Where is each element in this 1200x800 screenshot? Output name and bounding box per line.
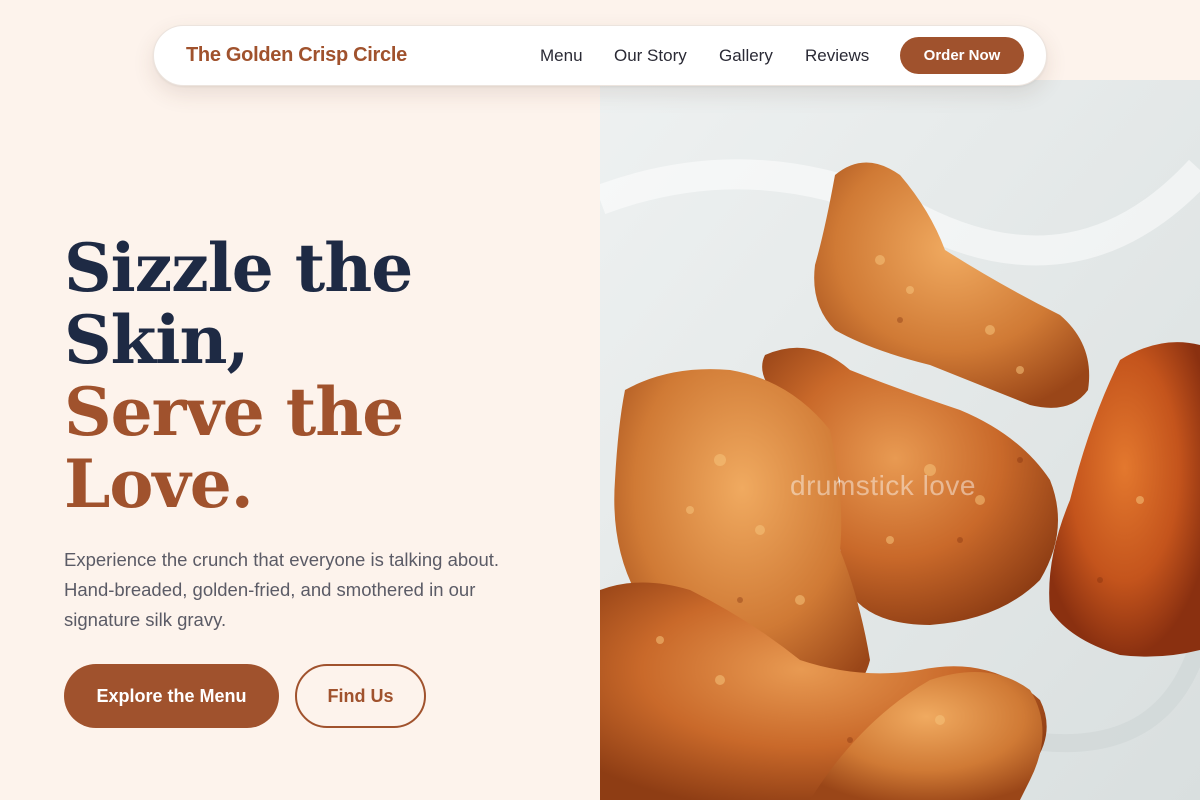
explore-menu-button[interactable]: Explore the Menu [64, 664, 279, 728]
headline-line-3: Serve the [64, 373, 404, 451]
nav-link-gallery[interactable]: Gallery [719, 46, 773, 66]
nav-link-our-story[interactable]: Our Story [614, 46, 687, 66]
headline-line-2: Skin, [64, 301, 249, 379]
nav-link-reviews[interactable]: Reviews [805, 46, 869, 66]
navbar: The Golden Crisp Circle Menu Our Story G… [153, 25, 1047, 86]
hero-image: drumstick love [600, 80, 1200, 800]
order-now-button[interactable]: Order Now [900, 37, 1024, 74]
hero-headline: Sizzle the Skin, Serve the Love. [64, 232, 544, 520]
headline-line-4: Love. [64, 445, 254, 523]
hero-subtext: Experience the crunch that everyone is t… [64, 549, 500, 630]
nav-link-menu[interactable]: Menu [540, 46, 583, 66]
headline-line-1: Sizzle the [64, 229, 413, 307]
image-watermark: drumstick love [790, 470, 976, 501]
brand-logo[interactable]: The Golden Crisp Circle [186, 44, 407, 67]
fried-chicken-illustration [600, 80, 1200, 800]
find-us-button[interactable]: Find Us [295, 664, 426, 728]
